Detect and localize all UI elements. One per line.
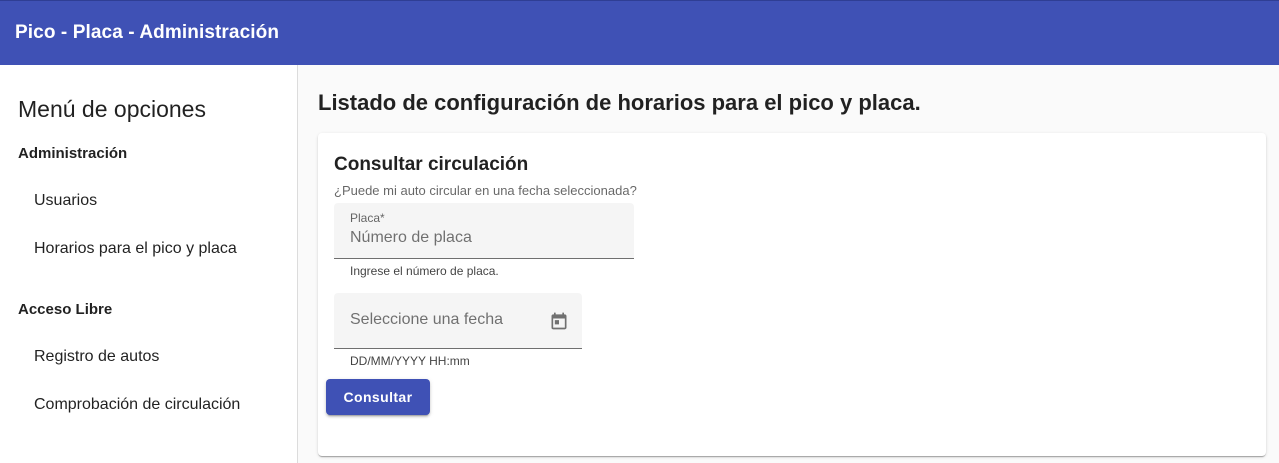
main-content: Listado de configuración de horarios par… xyxy=(298,65,1279,463)
plate-field[interactable]: Placa* xyxy=(334,203,634,259)
card-subtitle: ¿Puede mi auto circular en una fecha sel… xyxy=(334,183,637,198)
sidebar-group-administracion: Administración xyxy=(18,145,128,162)
sidebar-item-registro-autos[interactable]: Registro de autos xyxy=(34,348,159,366)
sidebar-title: Menú de opciones xyxy=(18,96,206,122)
sidebar-group-acceso-libre: Acceso Libre xyxy=(18,301,113,318)
sidebar-item-horarios[interactable]: Horarios para el pico y placa xyxy=(34,240,237,258)
plate-input[interactable] xyxy=(350,229,540,247)
calendar-icon[interactable] xyxy=(549,311,569,331)
consult-button[interactable]: Consultar xyxy=(326,379,430,415)
sidebar: Menú de opciones Administración Usuarios… xyxy=(0,65,298,463)
date-field[interactable] xyxy=(334,293,582,349)
card-title: Consultar circulación xyxy=(334,154,529,175)
date-input[interactable] xyxy=(350,311,540,329)
plate-hint: Ingrese el número de placa. xyxy=(350,264,499,278)
consult-card: Consultar circulación ¿Puede mi auto cir… xyxy=(318,133,1266,456)
page-title: Listado de configuración de horarios par… xyxy=(318,90,921,115)
app-toolbar: Pico - Placa - Administración xyxy=(0,0,1279,65)
sidebar-item-usuarios[interactable]: Usuarios xyxy=(34,192,97,210)
date-hint: DD/MM/YYYY HH:mm xyxy=(350,354,470,368)
sidebar-item-comprobacion-circulacion[interactable]: Comprobación de circulación xyxy=(34,396,240,414)
app-title: Pico - Placa - Administración xyxy=(15,22,280,43)
plate-field-label: Placa* xyxy=(350,211,385,225)
